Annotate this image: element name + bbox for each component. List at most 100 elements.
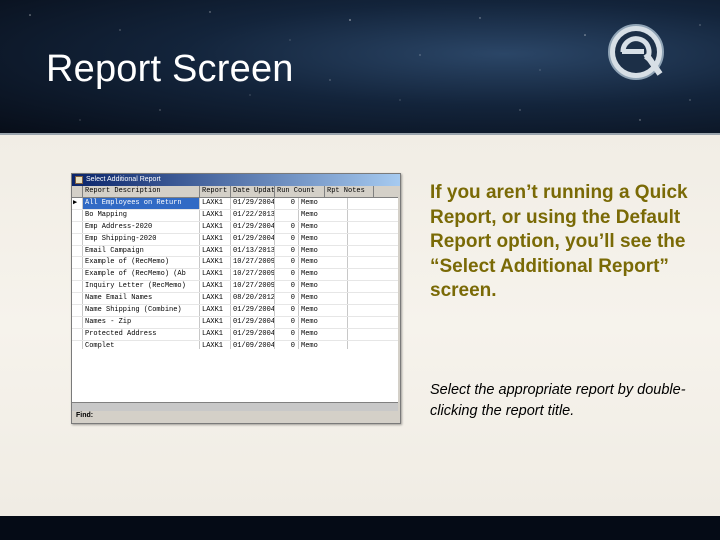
date-updated-cell[interactable]: 01/29/2004: [231, 305, 275, 316]
page-title: Report Screen: [46, 48, 294, 90]
table-row[interactable]: Emp Shipping-2020 LAXK1 01/29/2004 0 Memo: [72, 233, 398, 246]
dialog-title-bar: Select Additional Report: [72, 174, 400, 186]
report-name-cell[interactable]: LAXK1: [200, 257, 231, 269]
run-count-cell[interactable]: 0: [275, 305, 299, 316]
grid-rows: ▶ All Employees on Return LAXK1 01/29/2004 0…: [72, 198, 398, 365]
rpt-notes-cell[interactable]: Memo: [299, 293, 348, 305]
table-row[interactable]: Name Email Names LAXK1 08/20/2012 0 Memo: [72, 293, 398, 306]
report-name-cell[interactable]: LAXK1: [200, 221, 231, 233]
row-selector[interactable]: [72, 281, 83, 293]
table-row[interactable]: Emp Address-2020 LAXK1 01/29/2004 0 Memo: [72, 221, 398, 234]
column-header-description[interactable]: Report Description: [83, 186, 200, 197]
run-count-cell[interactable]: 0: [275, 293, 299, 305]
run-count-cell[interactable]: 0: [275, 316, 299, 328]
date-updated-cell[interactable]: 08/20/2012: [231, 293, 275, 305]
date-updated-cell[interactable]: 01/13/2013: [231, 245, 275, 257]
report-description-cell[interactable]: Protected Address: [83, 328, 200, 340]
run-count-cell[interactable]: 0: [275, 328, 299, 340]
row-selector[interactable]: [72, 245, 83, 257]
run-count-cell[interactable]: 0: [275, 221, 299, 233]
slide-header: Report Screen: [0, 0, 720, 135]
column-header-count[interactable]: Run Count: [275, 186, 325, 197]
hint-text: Select the appropriate report by double-…: [430, 382, 686, 419]
table-row[interactable]: Protected Address LAXK1 01/29/2004 0 Memo: [72, 328, 398, 341]
select-additional-report-dialog: Select Additional Report Report Descript…: [71, 173, 401, 424]
date-updated-cell[interactable]: 01/29/2004: [231, 233, 275, 245]
report-name-cell[interactable]: LAXK1: [200, 269, 231, 281]
row-selector[interactable]: ▶: [72, 198, 83, 209]
table-row[interactable]: Inquiry Letter (RecMemo) LAXK1 10/27/2009 0…: [72, 281, 398, 294]
rpt-notes-cell[interactable]: Memo: [299, 269, 348, 281]
report-name-cell[interactable]: LAXK1: [200, 209, 231, 221]
rpt-notes-cell[interactable]: Memo: [299, 257, 348, 269]
row-selector[interactable]: [72, 257, 83, 269]
date-updated-cell[interactable]: 01/29/2004: [231, 328, 275, 340]
report-name-cell[interactable]: LAXK1: [200, 316, 231, 328]
report-name-cell[interactable]: LAXK1: [200, 198, 231, 209]
report-name-cell[interactable]: LAXK1: [200, 305, 231, 316]
report-description-cell[interactable]: Inquiry Letter (RecMemo): [83, 281, 200, 293]
table-row[interactable]: Example of (RecMemo) LAXK1 10/27/2009 0 Memo: [72, 257, 398, 270]
report-grid[interactable]: Report Description Report Name Date Upda…: [72, 186, 398, 402]
run-count-cell[interactable]: 0: [275, 233, 299, 245]
report-description-cell[interactable]: Email Campaign: [83, 245, 200, 257]
rpt-notes-cell[interactable]: Memo: [299, 316, 348, 328]
row-selector[interactable]: [72, 269, 83, 281]
report-name-cell[interactable]: LAXK1: [200, 293, 231, 305]
table-row[interactable]: ▶ All Employees on Return LAXK1 01/29/2004 0…: [72, 198, 398, 210]
report-name-cell[interactable]: LAXK1: [200, 233, 231, 245]
report-description-cell[interactable]: Name Shipping (Combine): [83, 305, 200, 316]
report-name-cell[interactable]: LAXK1: [200, 281, 231, 293]
row-selector[interactable]: [72, 316, 83, 328]
run-count-cell[interactable]: 0: [275, 245, 299, 257]
report-description-cell[interactable]: Names - Zip: [83, 316, 200, 328]
date-updated-cell[interactable]: 10/27/2009: [231, 269, 275, 281]
run-count-cell[interactable]: 0: [275, 198, 299, 209]
date-updated-cell[interactable]: 01/29/2004: [231, 221, 275, 233]
run-count-cell[interactable]: 0: [275, 281, 299, 293]
row-selector[interactable]: [72, 221, 83, 233]
report-description-cell[interactable]: Emp Shipping-2020: [83, 233, 200, 245]
table-row[interactable]: Bo Mapping LAXK1 01/22/2013 Memo: [72, 209, 398, 222]
rpt-notes-cell[interactable]: Memo: [299, 209, 348, 221]
column-header-name[interactable]: Report Name: [200, 186, 231, 197]
rpt-notes-cell[interactable]: Memo: [299, 198, 348, 209]
rpt-notes-cell[interactable]: Memo: [299, 233, 348, 245]
column-header-date[interactable]: Date Updated: [231, 186, 275, 197]
horizontal-scrollbar[interactable]: [72, 402, 398, 411]
find-label: Find:: [76, 412, 94, 419]
report-name-cell[interactable]: LAXK1: [200, 245, 231, 257]
rpt-notes-cell[interactable]: Memo: [299, 328, 348, 340]
table-row[interactable]: Example of (RecMemo) (Ab LAXK1 10/27/2009 0…: [72, 269, 398, 282]
run-count-cell[interactable]: 0: [275, 257, 299, 269]
row-selector[interactable]: [72, 328, 83, 340]
report-name-cell[interactable]: LAXK1: [200, 328, 231, 340]
column-header-notes[interactable]: Rpt Notes: [325, 186, 374, 197]
report-description-cell[interactable]: Example of (RecMemo): [83, 257, 200, 269]
company-logo-icon: [608, 24, 664, 80]
date-updated-cell[interactable]: 10/27/2009: [231, 257, 275, 269]
row-selector[interactable]: [72, 233, 83, 245]
run-count-cell[interactable]: 0: [275, 269, 299, 281]
report-description-cell[interactable]: Bo Mapping: [83, 209, 200, 221]
row-selector[interactable]: [72, 293, 83, 305]
rpt-notes-cell[interactable]: Memo: [299, 281, 348, 293]
run-count-cell[interactable]: [275, 209, 299, 221]
rpt-notes-cell[interactable]: Memo: [299, 221, 348, 233]
date-updated-cell[interactable]: 01/22/2013: [231, 209, 275, 221]
table-row[interactable]: Email Campaign LAXK1 01/13/2013 0 Memo: [72, 245, 398, 258]
report-description-cell[interactable]: Example of (RecMemo) (Ab: [83, 269, 200, 281]
report-description-cell[interactable]: Name Email Names: [83, 293, 200, 305]
report-description-cell[interactable]: Emp Address-2020: [83, 221, 200, 233]
row-selector[interactable]: [72, 209, 83, 221]
grid-empty-area: [72, 349, 398, 402]
table-row[interactable]: Names - Zip LAXK1 01/29/2004 0 Memo: [72, 316, 398, 329]
rpt-notes-cell[interactable]: Memo: [299, 305, 348, 316]
table-row[interactable]: Name Shipping (Combine) LAXK1 01/29/2004 0 M…: [72, 305, 398, 317]
row-selector[interactable]: [72, 305, 83, 316]
report-description-cell[interactable]: All Employees on Return: [83, 198, 200, 209]
date-updated-cell[interactable]: 01/29/2004: [231, 316, 275, 328]
date-updated-cell[interactable]: 01/29/2004: [231, 198, 275, 209]
date-updated-cell[interactable]: 10/27/2009: [231, 281, 275, 293]
rpt-notes-cell[interactable]: Memo: [299, 245, 348, 257]
